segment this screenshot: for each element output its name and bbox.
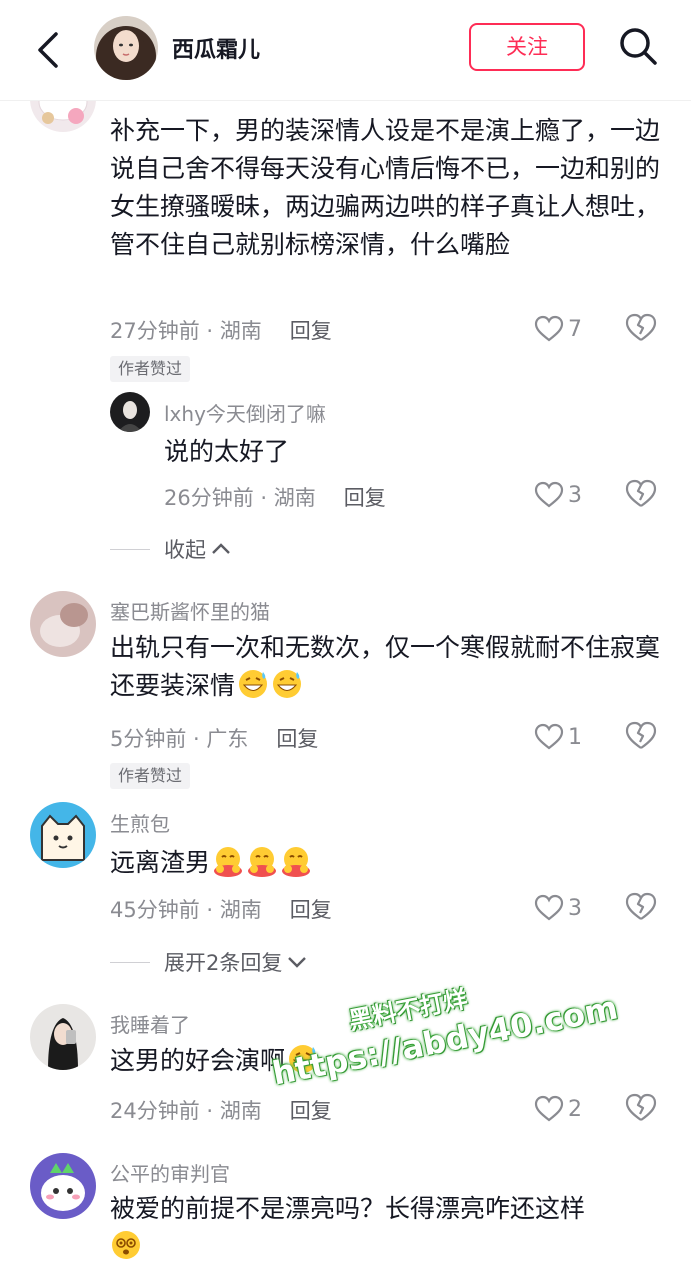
heart-icon — [534, 315, 564, 342]
search-icon — [620, 28, 657, 65]
hugging-face-emoji-icon — [248, 847, 277, 877]
comment-location: 湖南 — [219, 1099, 262, 1123]
comment-avatar[interactable] — [30, 1004, 96, 1070]
like-button[interactable]: 7 — [534, 313, 582, 345]
dizzy-face-emoji-icon — [112, 1231, 140, 1259]
like-count: 3 — [568, 895, 582, 921]
like-button[interactable]: 2 — [534, 1093, 582, 1125]
follow-button[interactable]: 关注 — [469, 23, 585, 71]
comment-text: 补充一下，男的装深情人设是不是演上瘾了，一边说自己舍不得每天没有心情后悔不已，一… — [110, 116, 661, 259]
reply-meta: 26分钟前 · 湖南 回复 — [164, 486, 386, 510]
comment-location: 湖南 — [219, 898, 262, 922]
divider-line — [110, 961, 150, 963]
dislike-button[interactable] — [625, 1093, 657, 1125]
comment-meta: 24分钟前 · 湖南 回复 — [110, 1099, 332, 1123]
comment-text-content: 远离渣男 — [110, 848, 211, 877]
reply-button[interactable]: 回复 — [290, 1099, 332, 1123]
like-button[interactable]: 1 — [534, 721, 582, 753]
watermark-text: 黑料不打烊 — [346, 984, 470, 1036]
like-button[interactable]: 3 — [534, 892, 582, 924]
comment-time: 24分钟前 — [110, 1099, 200, 1123]
comment-text: 被爱的前提不是漂亮吗？长得漂亮咋还这样 — [110, 1190, 670, 1266]
broken-heart-icon — [625, 1093, 657, 1121]
hugging-face-emoji-icon — [214, 847, 243, 877]
author-liked-badge: 作者赞过 — [110, 356, 191, 382]
reply-location: 湖南 — [273, 486, 316, 510]
broken-heart-icon — [625, 479, 657, 507]
heart-icon — [534, 481, 564, 508]
heart-icon — [534, 723, 564, 750]
back-button[interactable] — [30, 30, 66, 70]
dislike-button[interactable] — [625, 479, 657, 511]
comment-location: 广东 — [206, 727, 249, 751]
profile-avatar[interactable] — [94, 16, 158, 80]
reply-username[interactable]: lxhy今天倒闭了嘛 — [164, 398, 326, 427]
reply-time: 26分钟前 — [164, 486, 254, 510]
chevron-down-icon — [288, 957, 307, 968]
heart-icon — [534, 1095, 564, 1122]
comment-text-content: 出轨只有一次和无数次，仅一个寒假就耐不住寂寞还要装深情 — [110, 633, 661, 700]
comment-time: 45分钟前 — [110, 898, 200, 922]
like-count: 1 — [568, 724, 582, 750]
heart-icon — [534, 894, 564, 921]
dislike-button[interactable] — [625, 313, 657, 345]
dislike-button[interactable] — [625, 892, 657, 924]
grinning-sweat-emoji-icon — [289, 1045, 318, 1073]
comment-text-content: 这男的好会演啊 — [110, 1046, 286, 1075]
comment-time: 5分钟前 — [110, 727, 187, 751]
grinning-sweat-emoji-icon — [273, 670, 302, 698]
author-liked-badge: 作者赞过 — [110, 763, 191, 789]
comment-avatar[interactable] — [30, 1153, 96, 1219]
broken-heart-icon — [625, 721, 657, 749]
expand-replies-button[interactable]: 展开2条回复 — [110, 947, 308, 977]
reply-button[interactable]: 回复 — [344, 486, 386, 510]
chevron-left-icon — [38, 32, 58, 68]
comment-time: 27分钟前 — [110, 319, 200, 343]
like-button[interactable]: 3 — [534, 479, 582, 511]
chevron-up-icon — [212, 543, 230, 554]
reply-avatar[interactable] — [110, 392, 150, 432]
comment-username[interactable]: 我睡着了 — [110, 1009, 190, 1038]
comment-meta: 5分钟前 · 广东 回复 — [110, 727, 319, 751]
comment-username[interactable]: 生煎包 — [110, 808, 170, 837]
hugging-face-emoji-icon — [282, 847, 311, 877]
collapse-label: 收起 — [164, 538, 206, 562]
comment-username[interactable]: 公平的审判官 — [110, 1158, 230, 1187]
divider-line — [110, 548, 150, 550]
reply-button[interactable]: 回复 — [276, 727, 318, 751]
like-count: 7 — [568, 316, 582, 342]
expand-label: 展开2条回复 — [164, 951, 283, 975]
comment-meta: 27分钟前 · 湖南 回复 — [110, 319, 332, 343]
comment-meta: 45分钟前 · 湖南 回复 — [110, 898, 332, 922]
comment-username[interactable]: 塞巴斯酱怀里的猫 — [110, 596, 270, 625]
dislike-button[interactable] — [625, 721, 657, 753]
broken-heart-icon — [625, 313, 657, 341]
comment-avatar[interactable] — [30, 802, 96, 868]
grinning-sweat-emoji-icon — [239, 670, 268, 698]
top-bar: 西瓜霜儿 关注 — [0, 0, 691, 101]
comment-text: 这男的好会演啊 — [110, 1042, 670, 1080]
reply-text: 说的太好了 — [164, 437, 290, 466]
reply-button[interactable]: 回复 — [290, 898, 332, 922]
comment-text-content: 被爱的前提不是漂亮吗？长得漂亮咋还这样 — [110, 1194, 586, 1223]
comment-text: 远离渣男 — [110, 844, 670, 882]
like-count: 3 — [568, 482, 582, 508]
comment-location: 湖南 — [219, 319, 262, 343]
profile-name[interactable]: 西瓜霜儿 — [172, 32, 260, 64]
comment-avatar[interactable] — [30, 591, 96, 657]
comment-text: 出轨只有一次和无数次，仅一个寒假就耐不住寂寞还要装深情 — [110, 629, 670, 705]
reply-button[interactable]: 回复 — [290, 319, 332, 343]
broken-heart-icon — [625, 892, 657, 920]
like-count: 2 — [568, 1096, 582, 1122]
search-button[interactable] — [616, 24, 660, 68]
collapse-replies-button[interactable]: 收起 — [110, 534, 232, 564]
